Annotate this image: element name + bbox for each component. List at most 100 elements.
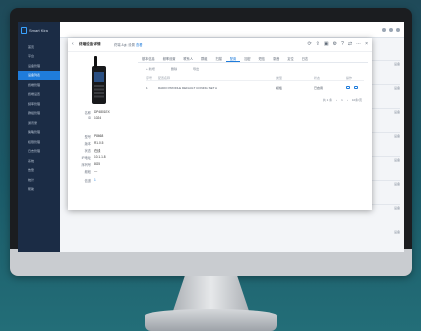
app-name: Smart Kira (29, 27, 48, 33)
user-icon[interactable] (396, 28, 400, 32)
device-id-label: ID (87, 116, 91, 120)
sidebar-item-alerts[interactable]: 告警 (18, 166, 60, 176)
device-field-row: 信道 1 (74, 178, 134, 183)
sidebar-item-home[interactable]: 首页 (18, 42, 60, 52)
sidebar-item-permissions[interactable]: 权限管理 (18, 137, 60, 147)
device-field-row: 型号 P8668 (74, 134, 134, 139)
column-header: 状态 (314, 76, 321, 80)
delete-button[interactable]: 删除 (171, 66, 177, 73)
column-header: 类型 (276, 76, 283, 80)
table-row[interactable]: 1 RADIO PROFILE DEFAULT CONFIG SET A 模板 … (146, 85, 364, 93)
back-icon[interactable]: ‹ (72, 41, 74, 47)
sidebar-item-frequency[interactable]: 频率管理 (18, 99, 60, 109)
edit-icon[interactable] (346, 86, 350, 89)
add-button[interactable]: + 新增 (146, 66, 155, 73)
device-field-row: 序列号 8G5 (74, 162, 134, 167)
settings-icon[interactable] (389, 28, 393, 32)
tab-location[interactable]: 定位 (283, 53, 297, 62)
tab-encryption[interactable]: 加密 (240, 53, 254, 62)
device-keypad (94, 85, 104, 99)
sidebar-item-terminal-settings[interactable]: 终端设置 (18, 90, 60, 100)
tab-sms[interactable]: 短信 (255, 53, 269, 62)
pagination: 共 1 条 ‹ 1 › 10条/页 (323, 98, 362, 102)
field-value: R1.0.5 (94, 141, 104, 145)
modal-title: 终端设备详情 (79, 42, 101, 46)
bg-cell: 设备 (393, 110, 400, 114)
device-field-row: 频段 — (74, 169, 134, 174)
field-value: 在线 (94, 149, 101, 153)
pager-prev-icon[interactable]: ‹ (336, 98, 337, 102)
screen: 设备 设备 设备 设备 设备 设备 设备 设备 Smart Kira 首页 平台… (18, 22, 404, 252)
column-header: 操作 (346, 76, 353, 80)
share-icon[interactable]: ⇄ (348, 41, 352, 47)
brand-icon (21, 26, 27, 34)
notification-icon[interactable] (382, 28, 386, 32)
print-icon[interactable]: ▣ (324, 41, 329, 47)
field-label: 信道 (84, 179, 91, 183)
cell-status: 已启用 (314, 86, 324, 90)
field-value: — (94, 169, 98, 173)
pager-next-icon[interactable]: › (347, 98, 348, 102)
brand: Smart Kira (18, 22, 60, 38)
device-field-row: 版本 R1.0.5 (74, 141, 134, 146)
device-name-label: 名称 (84, 111, 91, 115)
sidebar-nav: 首页 平台 设备管理 设备列表 终端管理 终端设置 频率管理 群组管理 通讯录 … (18, 42, 60, 194)
monitor-base (145, 309, 277, 331)
device-id-value: 1024 (94, 116, 102, 120)
device-field-row: 状态 在线 (74, 148, 134, 153)
sidebar-item-device-list[interactable]: 设备列表 (18, 70, 60, 80)
bg-cell: 设备 (393, 134, 400, 138)
table-header: 序号 配置名称 类型 状态 操作 (146, 75, 364, 81)
device-name-value: DP4801EX (94, 110, 110, 114)
radio-device-image (92, 56, 106, 104)
sidebar-item-stats[interactable]: 统计 (18, 175, 60, 185)
sidebar-item-system[interactable]: 系统 (18, 156, 60, 166)
pager-current-page[interactable]: 1 (341, 98, 343, 102)
field-label: 频段 (84, 170, 91, 174)
sidebar-item-platform[interactable]: 平台 (18, 52, 60, 62)
sidebar-item-logs[interactable]: 日志管理 (18, 147, 60, 157)
help-icon[interactable]: ? (341, 41, 344, 47)
tab-contacts[interactable]: 联系人 (180, 53, 198, 62)
tab-basic[interactable]: 基本信息 (138, 53, 159, 62)
column-header: 序号 (146, 76, 153, 80)
export-button[interactable]: 导出 (193, 66, 199, 73)
field-value: 8G5 (94, 162, 101, 166)
modal-view-link[interactable]: 查看 (136, 42, 143, 47)
sidebar-item-help[interactable]: 帮助 (18, 185, 60, 195)
tab-frequency[interactable]: 频率设置 (159, 53, 180, 62)
bg-cell: 设备 (393, 86, 400, 90)
device-detail-modal: ‹ 终端设备详情 终端 &gt; 设置 查看 ⟳ ⇪ ▣ ⚙ ? ⇄ ⋯ × 名… (68, 38, 372, 210)
tab-groups[interactable]: 群组 (197, 53, 211, 62)
sidebar-item-terminals[interactable]: 终端管理 (18, 80, 60, 90)
bg-cell: 设备 (393, 62, 400, 66)
sidebar-item-contacts[interactable]: 通讯录 (18, 118, 60, 128)
modal-actions: ⟳ ⇪ ▣ ⚙ ? ⇄ ⋯ × (307, 41, 368, 47)
bg-cell: 设备 (393, 230, 400, 234)
pager-size-select[interactable]: 10条/页 (352, 98, 362, 102)
field-label: 版本 (84, 142, 91, 146)
bg-cell: 设备 (393, 206, 400, 210)
reload-icon[interactable]: ⟳ (307, 41, 311, 47)
field-label: IP地址 (81, 156, 91, 160)
sidebar-item-devices[interactable]: 设备管理 (18, 61, 60, 71)
device-id-row: ID 1024 (74, 116, 134, 120)
modal-header: ‹ 终端设备详情 终端 &gt; 设置 查看 ⟳ ⇪ ▣ ⚙ ? ⇄ ⋯ × (68, 38, 372, 52)
tab-log[interactable]: 日志 (298, 53, 312, 62)
tab-config[interactable]: 配置 (225, 53, 241, 62)
sidebar-item-policies[interactable]: 策略管理 (18, 128, 60, 138)
sidebar-item-groups[interactable]: 群组管理 (18, 109, 60, 119)
tab-recording[interactable]: 录音 (269, 53, 283, 62)
field-value: 10.1.1.8 (94, 155, 106, 159)
export-icon[interactable]: ⇪ (316, 41, 320, 47)
bg-cell: 设备 (393, 158, 400, 162)
sidebar: Smart Kira 首页 平台 设备管理 设备列表 终端管理 终端设置 频率管… (18, 22, 60, 252)
settings-icon[interactable]: ⚙ (333, 41, 337, 47)
cell-index: 1 (146, 86, 148, 90)
modal-tabs: 基本信息 频率设置 联系人 群组 扫描 配置 加密 短信 录音 定位 日志 (138, 53, 368, 63)
delete-icon[interactable] (354, 86, 358, 89)
close-icon[interactable]: × (365, 41, 368, 47)
more-icon[interactable]: ⋯ (356, 41, 361, 47)
tab-scan[interactable]: 扫描 (211, 53, 225, 62)
device-screen (94, 72, 104, 82)
